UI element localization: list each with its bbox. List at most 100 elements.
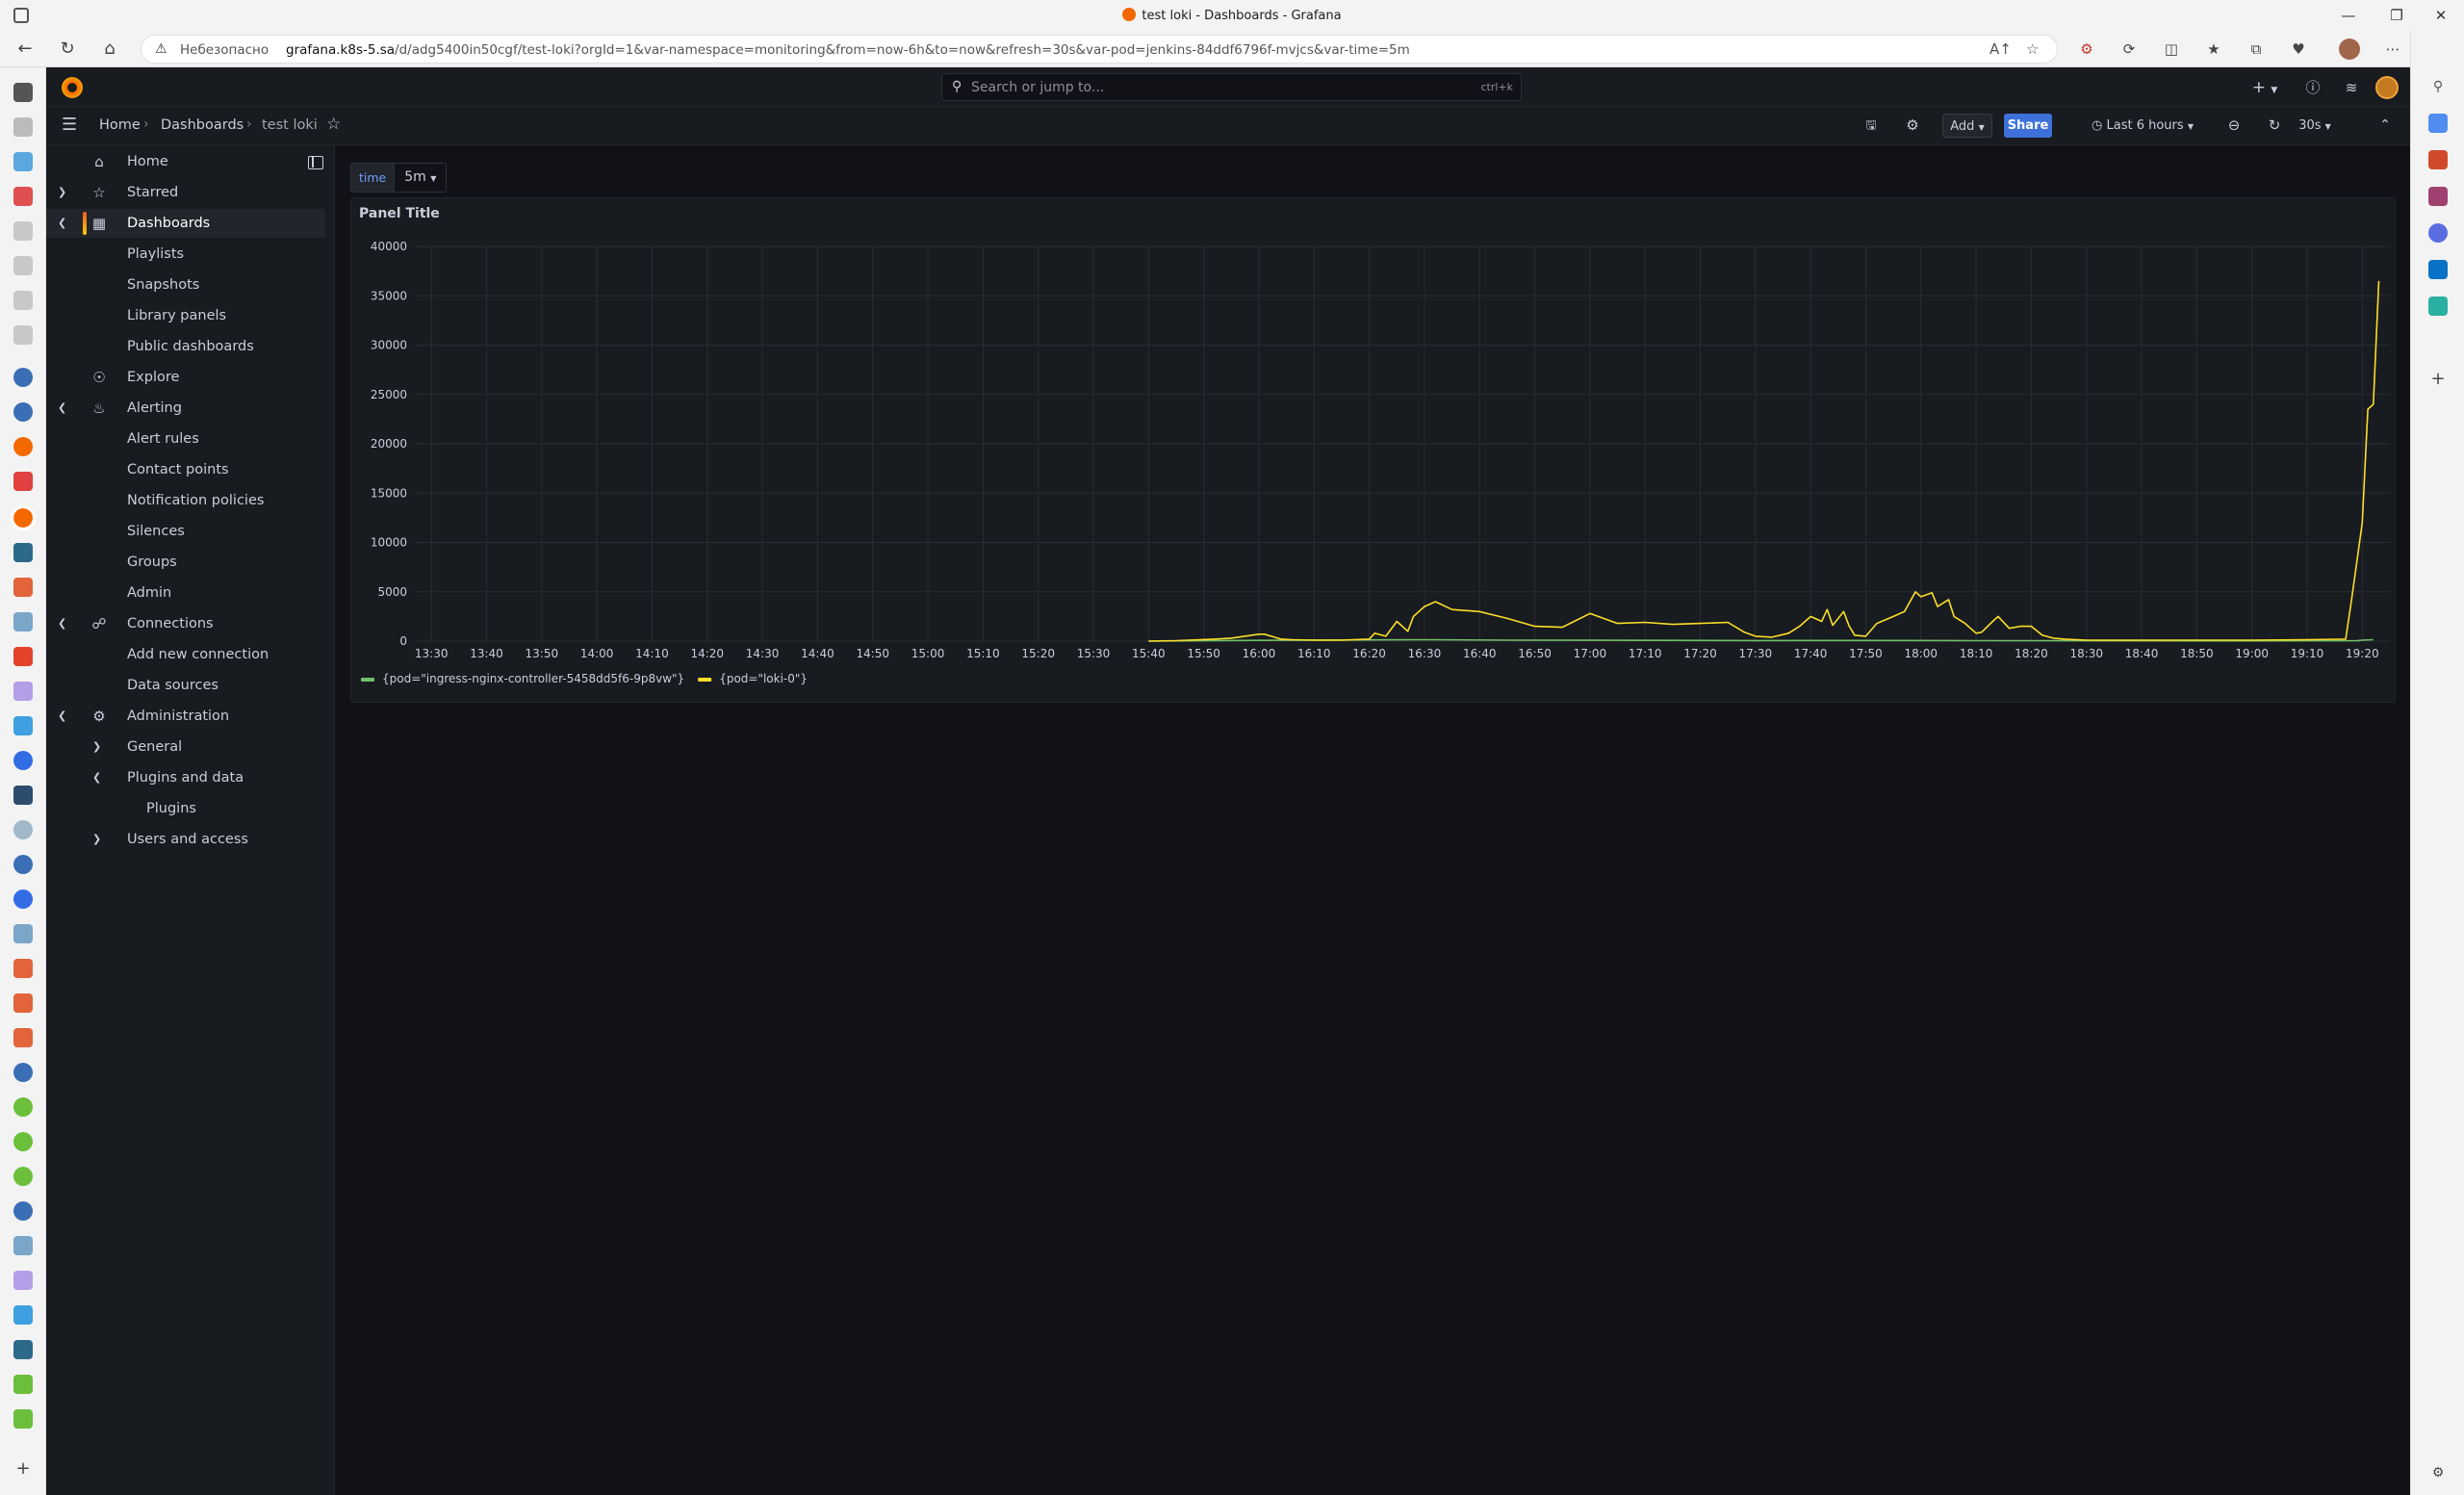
- nav-item-snapshots[interactable]: Snapshots: [46, 271, 325, 299]
- nav-item-general[interactable]: ❯ General: [46, 733, 325, 761]
- timeseries-panel[interactable]: Panel Title 0 5000 10000 15000 20000 25000 300…: [350, 197, 2396, 703]
- tab-icon[interactable]: [13, 291, 33, 310]
- reload-icon[interactable]: ↻: [56, 39, 79, 62]
- refresh-icon[interactable]: ↻: [2264, 114, 2285, 138]
- nav-item-explore[interactable]: ☉ Explore: [46, 363, 325, 392]
- nav-item-admin[interactable]: Admin: [46, 579, 325, 607]
- url-text[interactable]: grafana.k8s-5.sa/d/adg5400in50cgf/test-l…: [286, 42, 1410, 58]
- back-icon[interactable]: ←: [13, 39, 37, 62]
- nav-item-users-and-access[interactable]: ❯ Users and access: [46, 825, 325, 854]
- tab-icon[interactable]: [13, 1375, 33, 1394]
- tab-icon[interactable]: [13, 117, 33, 137]
- gitlab-icon[interactable]: [13, 578, 33, 597]
- security-label[interactable]: Небезопасно: [180, 42, 269, 58]
- search-icon[interactable]: ⚲: [2428, 77, 2448, 96]
- tab-icon[interactable]: [13, 83, 33, 102]
- collapse-toolbar-chevron-up-icon[interactable]: ⌃: [2375, 114, 2395, 138]
- outlook-icon[interactable]: [2428, 260, 2448, 279]
- close-icon[interactable]: ✕: [2422, 4, 2460, 27]
- chevron-right-icon[interactable]: ❯: [92, 825, 101, 854]
- refresh-interval-picker[interactable]: 30s ▼: [2291, 114, 2339, 138]
- github-icon[interactable]: [13, 402, 33, 422]
- github-icon[interactable]: [13, 1063, 33, 1082]
- nav-item-groups[interactable]: Groups: [46, 548, 325, 577]
- sidebar-settings-icon[interactable]: ⚙: [2428, 1463, 2448, 1482]
- tab-icon[interactable]: [13, 1409, 33, 1429]
- chevron-down-icon[interactable]: ❮: [92, 763, 101, 792]
- address-bar[interactable]: ⚠ Небезопасно grafana.k8s-5.sa/d/adg5400…: [141, 35, 2058, 64]
- zoom-out-icon[interactable]: ⊖: [2223, 114, 2245, 138]
- grafana-logo-icon[interactable]: [62, 77, 83, 98]
- refresh-extension-icon[interactable]: ⟳: [2119, 39, 2139, 59]
- dashboard-settings-gear-icon[interactable]: ⚙: [1903, 114, 1922, 138]
- nav-item-alert-rules[interactable]: Alert rules: [46, 425, 325, 453]
- time-range-picker[interactable]: ◷ Last 6 hours ▼: [2075, 114, 2210, 138]
- gitlab-icon[interactable]: [13, 1028, 33, 1047]
- split-screen-icon[interactable]: ◫: [2162, 39, 2181, 59]
- tab-icon[interactable]: [13, 1340, 33, 1359]
- tab-icon[interactable]: [13, 716, 33, 735]
- nav-item-contact-points[interactable]: Contact points: [46, 455, 325, 484]
- add-sidebar-app-icon[interactable]: +: [2428, 370, 2448, 389]
- tab-icon[interactable]: [13, 256, 33, 275]
- breadcrumb-dashboards[interactable]: Dashboards: [161, 117, 244, 133]
- nav-item-playlists[interactable]: Playlists: [46, 240, 325, 269]
- tab-icon[interactable]: [13, 786, 33, 805]
- new-menu-button[interactable]: + ▼: [2248, 77, 2281, 98]
- help-icon[interactable]: ⓘ: [2302, 77, 2323, 98]
- kubernetes-icon[interactable]: [13, 751, 33, 770]
- chevron-down-icon[interactable]: ❮: [58, 394, 66, 423]
- nav-item-library-panels[interactable]: Library panels: [46, 301, 325, 330]
- tab-icon[interactable]: [13, 924, 33, 943]
- tab-icon[interactable]: [13, 543, 33, 562]
- user-avatar[interactable]: [2375, 76, 2399, 99]
- more-menu-icon[interactable]: ⋯: [2383, 39, 2402, 59]
- tab-icon[interactable]: [13, 221, 33, 241]
- gitlab-icon[interactable]: [13, 993, 33, 1013]
- nav-item-dashboards[interactable]: ❮ ▦ Dashboards: [46, 209, 325, 238]
- tab-icon[interactable]: [13, 820, 33, 839]
- minimize-icon[interactable]: —: [2329, 4, 2368, 27]
- mega-menu-icon[interactable]: ☰: [62, 116, 81, 136]
- tab-icon[interactable]: [13, 1236, 33, 1255]
- chevron-down-icon[interactable]: ❮: [58, 609, 66, 638]
- chevron-right-icon[interactable]: ❯: [92, 733, 101, 761]
- tab-icon[interactable]: [13, 1132, 33, 1151]
- add-button[interactable]: Add ▼: [1942, 114, 1992, 138]
- nav-item-silences[interactable]: Silences: [46, 517, 325, 546]
- sidebar-app-icon[interactable]: [2428, 223, 2448, 243]
- nav-item-notification-policies[interactable]: Notification policies: [46, 486, 325, 515]
- search-input[interactable]: ⚲ Search or jump to... ctrl+k: [941, 73, 1522, 101]
- nav-item-add-new-connection[interactable]: Add new connection: [46, 640, 325, 669]
- tab-icon[interactable]: [13, 1097, 33, 1117]
- tab-icon[interactable]: [13, 325, 33, 345]
- nav-item-public-dashboards[interactable]: Public dashboards: [46, 332, 325, 361]
- github-icon[interactable]: [13, 368, 33, 387]
- tab-icon[interactable]: [13, 1305, 33, 1325]
- nav-item-plugins[interactable]: Plugins: [46, 794, 325, 823]
- news-rss-icon[interactable]: ≋: [2341, 77, 2362, 98]
- tab-icon[interactable]: [13, 1167, 33, 1186]
- share-button[interactable]: Share: [2004, 114, 2052, 138]
- shopping-icon[interactable]: [2428, 296, 2448, 316]
- performance-icon[interactable]: ♥: [2289, 39, 2308, 59]
- save-dashboard-icon[interactable]: 🖫: [1861, 114, 1881, 138]
- panel-chart[interactable]: 0 5000 10000 15000 20000 25000 30000 35000 40000…: [351, 198, 2397, 704]
- chevron-right-icon[interactable]: ❯: [58, 178, 66, 207]
- nav-item-data-sources[interactable]: Data sources: [46, 671, 325, 700]
- tab-icon[interactable]: [13, 187, 33, 206]
- tab-icon[interactable]: [13, 612, 33, 632]
- variable-time-select[interactable]: 5m ▼: [395, 163, 448, 193]
- people-icon[interactable]: [2428, 187, 2448, 206]
- nav-item-starred[interactable]: ❯ ☆ Starred: [46, 178, 325, 207]
- breadcrumb-home[interactable]: Home: [99, 117, 141, 133]
- nav-item-home[interactable]: ⌂ Home: [46, 147, 325, 176]
- github-icon[interactable]: [13, 855, 33, 874]
- profile-avatar[interactable]: [2339, 39, 2360, 60]
- favorite-star-icon[interactable]: ☆: [2026, 40, 2039, 58]
- home-icon[interactable]: ⌂: [98, 39, 121, 62]
- grafana-tab-icon[interactable]: [13, 437, 33, 456]
- favorites-icon[interactable]: ★: [2204, 39, 2223, 59]
- chevron-down-icon[interactable]: ❮: [58, 702, 66, 731]
- tab-icon[interactable]: [13, 682, 33, 701]
